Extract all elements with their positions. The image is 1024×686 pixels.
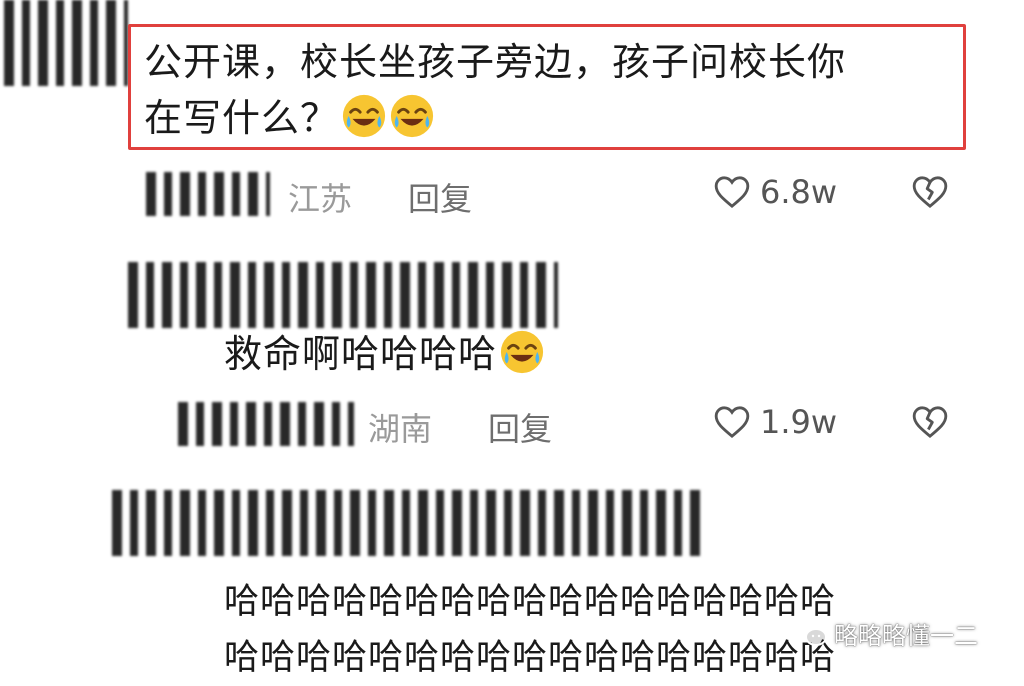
dislike-broken-heart-icon[interactable] <box>910 402 950 442</box>
dislike-broken-heart-icon[interactable] <box>910 172 950 212</box>
comment-1-line-2: 在写什么？ <box>144 90 846 146</box>
watermark: 略略略懂一二 <box>794 616 978 651</box>
comment-3-text: 哈哈哈哈哈哈哈哈哈哈哈哈哈哈哈哈哈 哈哈哈哈哈哈哈哈哈哈哈哈哈哈哈哈哈 <box>224 574 836 686</box>
comment-3-line-2: 哈哈哈哈哈哈哈哈哈哈哈哈哈哈哈哈哈 <box>224 638 837 678</box>
obscured-username <box>112 490 704 556</box>
comment-2-location: 湖南 <box>368 410 433 448</box>
comment-2-like-count: 1.9w <box>760 403 838 441</box>
comment-1-reply-button[interactable]: 回复 <box>408 174 472 220</box>
wechat-icon <box>794 620 827 646</box>
heart-icon <box>714 406 750 439</box>
comment-1-like-button[interactable]: 6.8w <box>712 172 837 212</box>
heart-icon <box>714 176 750 209</box>
comment-2-reply-button[interactable]: 回复 <box>488 404 552 450</box>
obscured-username <box>128 262 558 328</box>
laughing-crying-emoji-icon <box>390 94 434 138</box>
laughing-crying-emoji-icon <box>342 94 386 138</box>
comment-1-text: 公开课，校长坐孩子旁边，孩子问校长你 在写什么？ <box>144 34 846 146</box>
laughing-crying-emoji-icon <box>500 330 544 374</box>
comment-2-like-button[interactable]: 1.9w <box>712 402 837 442</box>
comment-2-text: 救命啊哈哈哈哈 <box>224 326 545 382</box>
obscured-username <box>178 402 354 446</box>
comment-2-body: 救命啊哈哈哈哈 <box>224 332 498 376</box>
comment-3-line-1: 哈哈哈哈哈哈哈哈哈哈哈哈哈哈哈哈哈 <box>224 582 837 622</box>
obscured-username <box>4 0 128 86</box>
comment-1-like-count: 6.8w <box>760 173 838 211</box>
obscured-username <box>146 172 270 216</box>
comment-1-location: 江苏 <box>288 180 353 218</box>
comment-1-line-2-text: 在写什么？ <box>144 96 340 140</box>
watermark-text: 略略略懂一二 <box>834 622 978 650</box>
comment-1-line-1: 公开课，校长坐孩子旁边，孩子问校长你 <box>144 40 847 84</box>
